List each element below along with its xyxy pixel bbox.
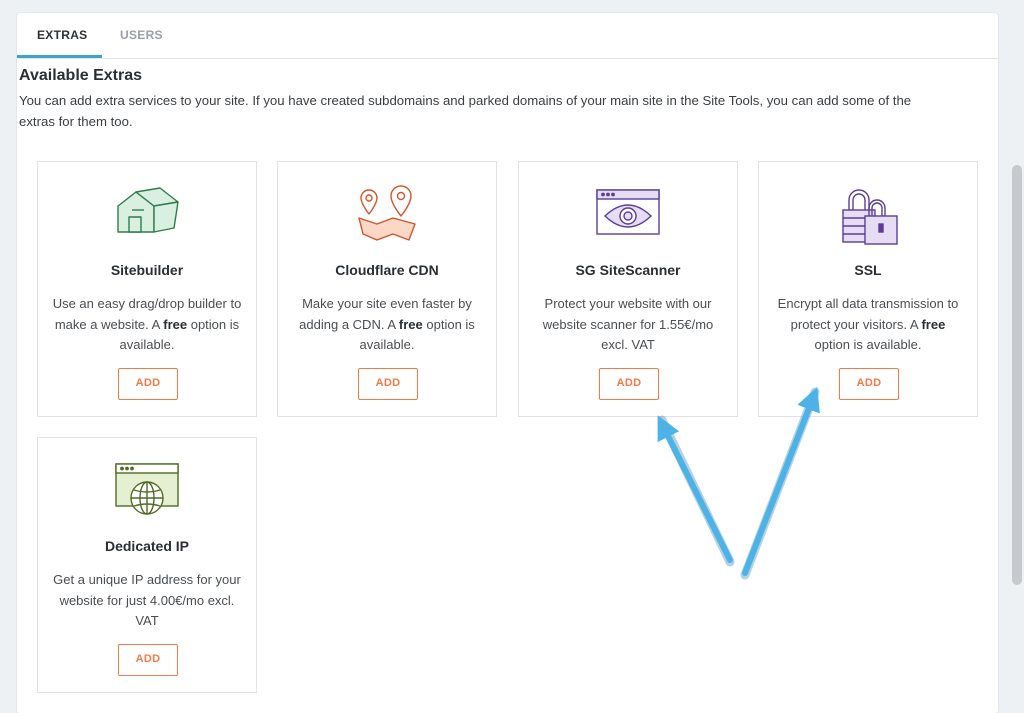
card-title: SSL — [854, 262, 882, 278]
padlocks-icon — [759, 184, 977, 245]
card-description: Make your site even faster by adding a C… — [299, 296, 475, 352]
active-tab-indicator — [17, 55, 102, 58]
tab-users[interactable]: USERS — [120, 28, 163, 42]
scrollbar[interactable] — [1012, 165, 1022, 585]
page-title: Available Extras — [19, 67, 143, 84]
card-description: Use an easy drag/drop builder to make a … — [52, 296, 242, 352]
card-description: Get a unique IP address for your website… — [53, 572, 241, 628]
add-sg-sitescanner-button[interactable]: ADD — [599, 368, 659, 400]
add-sitebuilder-button[interactable]: ADD — [118, 368, 178, 400]
tab-extras[interactable]: EXTRAS — [37, 28, 87, 42]
extra-card-sg-sitescanner: SG SiteScanner Protect your website with… — [518, 161, 738, 417]
card-title: Cloudflare CDN — [335, 262, 439, 278]
card-description: Protect your website with our website sc… — [542, 296, 714, 352]
page-description: You can add extra services to your site.… — [19, 93, 912, 129]
card-title: Sitebuilder — [110, 262, 184, 278]
extra-card-dedicated-ip: Dedicated IP Get a unique IP address for… — [37, 437, 257, 693]
card-title: Dedicated IP — [104, 538, 190, 554]
add-ssl-button[interactable]: ADD — [839, 368, 899, 400]
browser-eye-icon — [519, 184, 737, 244]
add-cloudflare-cdn-button[interactable]: ADD — [358, 368, 418, 400]
tab-bar: EXTRAS USERS — [17, 13, 998, 59]
extra-card-ssl: SSL Encrypt all data transmission to pro… — [758, 161, 978, 417]
browser-globe-icon — [38, 460, 256, 520]
card-title: SG SiteScanner — [575, 262, 681, 278]
card-description: Encrypt all data transmission to protect… — [777, 296, 959, 352]
map-pins-icon — [278, 184, 496, 244]
extra-card-sitebuilder: Sitebuilder Use an easy drag/drop builde… — [37, 161, 257, 417]
add-dedicated-ip-button[interactable]: ADD — [118, 644, 178, 676]
extra-card-cloudflare-cdn: Cloudflare CDN Make your site even faste… — [277, 161, 497, 417]
house-icon — [38, 184, 256, 244]
